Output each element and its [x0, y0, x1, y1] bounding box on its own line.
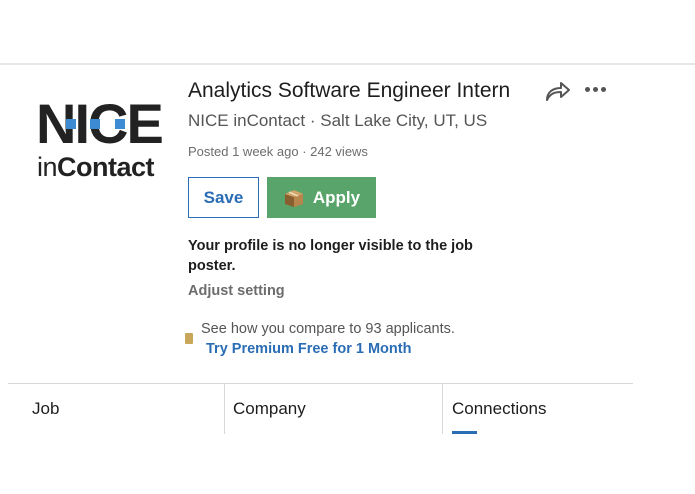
premium-badge-icon [185, 333, 193, 344]
logo-word-in: in [37, 152, 58, 182]
active-tab-indicator [452, 431, 477, 434]
logo-accent-squares [66, 119, 166, 129]
tab-connections[interactable]: Connections [442, 384, 633, 434]
try-premium-link[interactable]: Try Premium Free for 1 Month [206, 341, 411, 357]
apply-button[interactable]: Apply [267, 177, 376, 218]
posted-meta: Posted 1 week ago · 242 views [188, 144, 368, 159]
tab-job-label: Job [32, 399, 60, 418]
profile-visibility-notice: Your profile is no longer visible to the… [188, 238, 473, 274]
apply-button-label: Apply [312, 187, 361, 207]
tab-connections-label: Connections [452, 399, 547, 418]
save-button-label: Save [203, 187, 244, 207]
job-title: Analytics Software Engineer Intern [188, 79, 511, 102]
tab-company-label: Company [233, 399, 306, 418]
logo-wordmark-incontact: inContact [37, 151, 155, 183]
company-location: NICE inContact · Salt Lake City, UT, US [188, 111, 488, 130]
logo-word-contact: Contact [57, 152, 155, 182]
tab-company[interactable]: Company [224, 384, 442, 434]
job-detail-page: NICE inContact Analytics Software Engine… [0, 0, 695, 494]
share-arrow-icon[interactable] [545, 80, 571, 102]
package-box-icon [283, 188, 305, 208]
applicant-compare-text: See how you compare to 93 applicants. [201, 321, 455, 337]
adjust-setting-link[interactable]: Adjust setting [188, 283, 285, 299]
company-logo[interactable]: NICE inContact [36, 96, 166, 186]
save-button[interactable]: Save [188, 177, 259, 218]
header-divider [0, 63, 695, 65]
more-horizontal-icon[interactable] [583, 82, 609, 96]
tab-job[interactable]: Job [8, 384, 224, 434]
